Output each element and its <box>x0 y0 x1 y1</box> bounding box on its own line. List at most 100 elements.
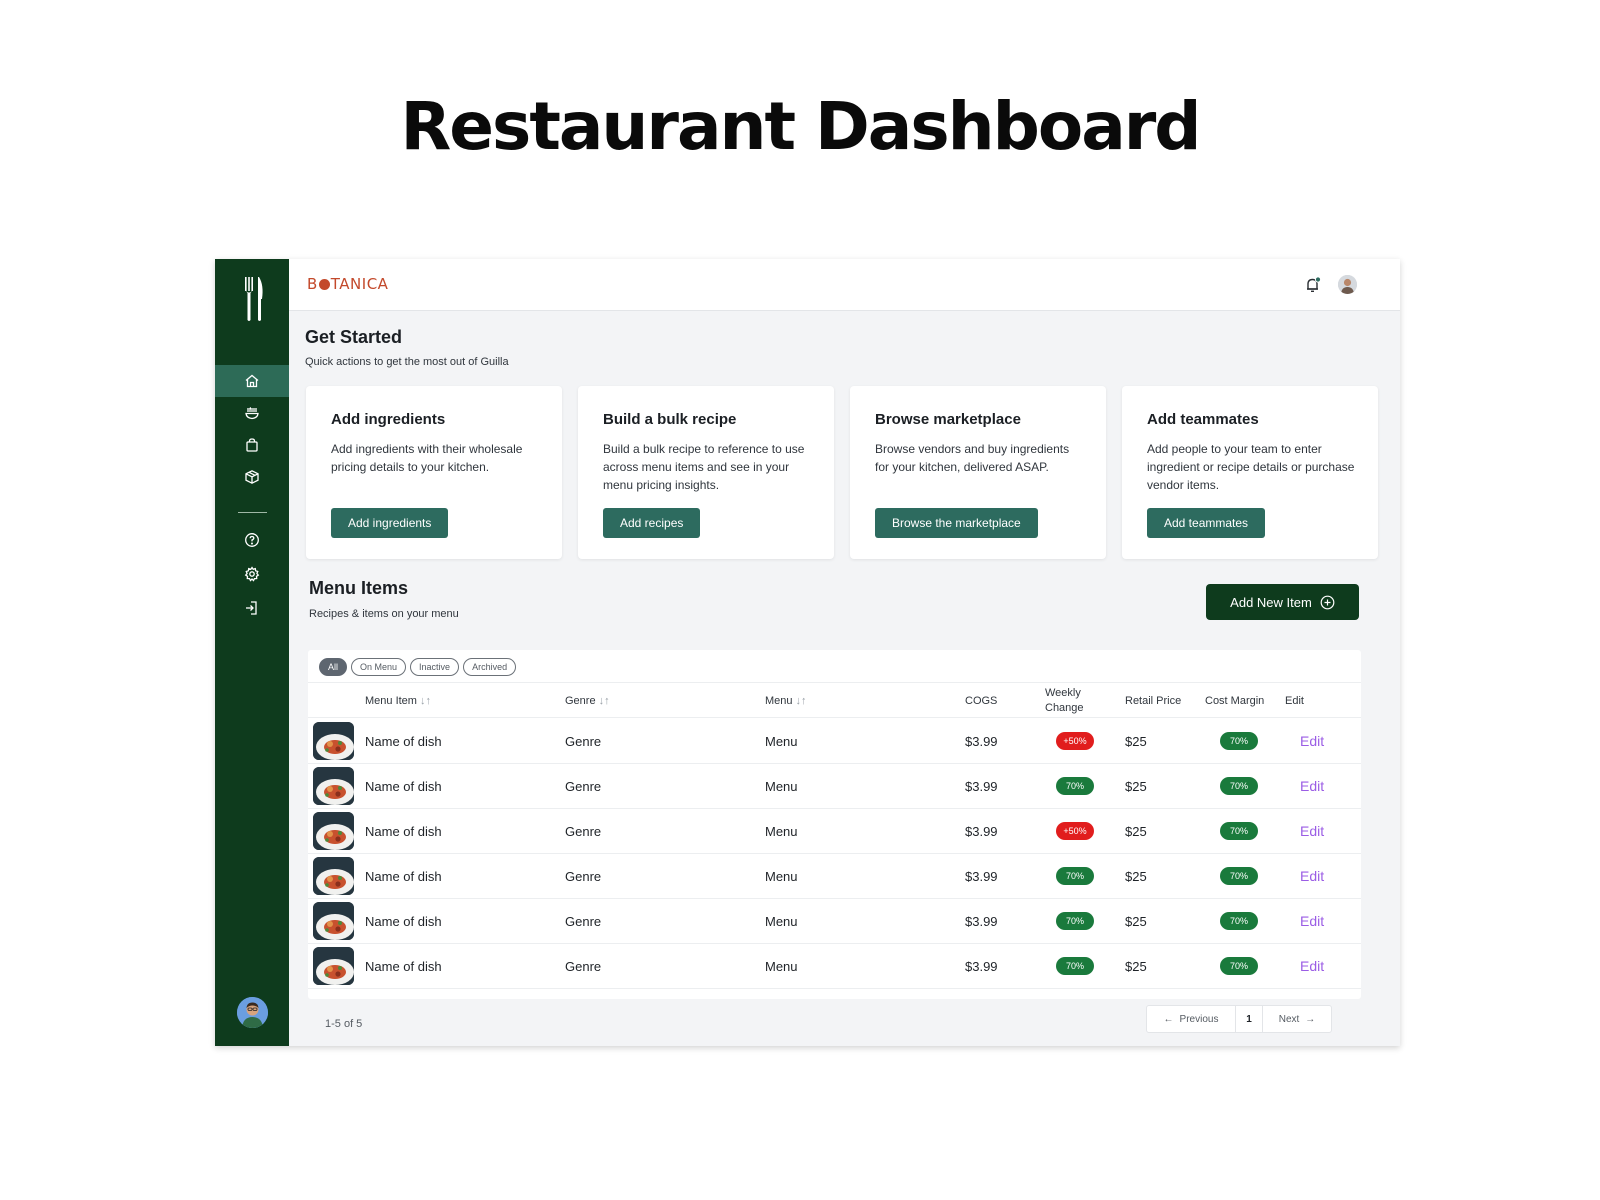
user-avatar-image <box>237 997 268 1028</box>
column-menu[interactable]: Menu ↓↑ <box>765 683 807 719</box>
dish-menu: Menu <box>765 778 798 794</box>
dish-genre: Genre <box>565 868 602 884</box>
card-description: Add people to your team to enter ingredi… <box>1147 442 1355 492</box>
edit-link[interactable]: Edit <box>1300 823 1324 839</box>
help-icon <box>245 533 259 547</box>
dish-genre: Genre <box>565 778 602 794</box>
dish-genre: Genre <box>565 733 602 749</box>
column-retail-price: Retail Price <box>1125 694 1182 707</box>
dish-thumbnail <box>313 902 354 940</box>
column-menu-item[interactable]: Menu Item ↓↑ <box>365 683 431 719</box>
dish-name: Name of dish <box>365 913 442 929</box>
dish-thumbnail <box>313 857 354 895</box>
filter-on-menu[interactable]: On Menu <box>351 658 407 676</box>
dish-image <box>313 812 354 850</box>
next-page-button[interactable]: Next → <box>1263 1006 1331 1032</box>
sidebar-item-settings[interactable] <box>215 558 289 590</box>
table-row: Name of dish Genre Menu $3.99 +50% $25 70% Edit <box>308 718 1361 764</box>
filter-all[interactable]: All <box>319 658 348 676</box>
sidebar-item-marketplace[interactable] <box>215 429 289 461</box>
browse-marketplace-button[interactable]: Browse the marketplace <box>875 508 1038 538</box>
dish-image <box>313 767 354 805</box>
edit-link[interactable]: Edit <box>1300 733 1324 749</box>
home-icon <box>245 374 259 388</box>
cost-margin-badge: 70% <box>1220 867 1258 885</box>
dish-cogs: $3.99 <box>965 913 998 929</box>
box-icon <box>245 470 259 484</box>
brand-logo-suffix: TANICA <box>330 275 389 293</box>
sort-icon: ↓↑ <box>598 694 610 707</box>
card-description: Browse vendors and buy ingredients for y… <box>875 442 1070 474</box>
brand-logo[interactable]: B TANICA <box>307 275 388 293</box>
dish-retail-price: $25 <box>1125 823 1147 839</box>
edit-link[interactable]: Edit <box>1300 913 1324 929</box>
filter-inactive[interactable]: Inactive <box>410 658 460 676</box>
sort-icon: ↓↑ <box>419 694 431 707</box>
sidebar-divider <box>238 512 267 513</box>
page-number-button[interactable]: 1 <box>1236 1006 1263 1032</box>
dish-name: Name of dish <box>365 733 442 749</box>
sidebar-item-help[interactable] <box>215 524 289 556</box>
sidebar-item-inventory[interactable] <box>215 461 289 493</box>
dish-retail-price: $25 <box>1125 778 1147 794</box>
add-new-item-label: Add New Item <box>1230 594 1312 610</box>
weekly-change-badge: +50% <box>1056 822 1094 840</box>
card-add-ingredients: Add ingredients Add ingredients with the… <box>306 386 562 559</box>
dish-genre: Genre <box>565 958 602 974</box>
previous-page-button[interactable]: ← Previous <box>1147 1006 1236 1032</box>
header-avatar-image <box>1338 275 1357 294</box>
table-row: Name of dish Genre Menu $3.99 +50% $25 70% Edit <box>308 808 1361 854</box>
dish-thumbnail <box>313 947 354 985</box>
dish-genre: Genre <box>565 823 602 839</box>
edit-link[interactable]: Edit <box>1300 778 1324 794</box>
user-avatar[interactable] <box>237 997 268 1028</box>
add-ingredients-button[interactable]: Add ingredients <box>331 508 449 538</box>
dish-name: Name of dish <box>365 823 442 839</box>
dish-image <box>313 722 354 760</box>
card-title: Add ingredients <box>331 411 446 428</box>
bell-icon[interactable] <box>1304 276 1322 294</box>
weekly-change-badge: 70% <box>1056 912 1094 930</box>
card-description: Add ingredients with their wholesale pri… <box>331 442 523 474</box>
weekly-change-badge: 70% <box>1056 957 1094 975</box>
add-new-item-button[interactable]: Add New Item <box>1206 584 1359 620</box>
dish-retail-price: $25 <box>1125 913 1147 929</box>
column-label: Menu <box>765 694 793 707</box>
menu-items-title: Menu Items <box>309 578 409 598</box>
card-add-teammates: Add teammates Add people to your team to… <box>1122 386 1378 559</box>
table-header: Menu Item ↓↑ Genre ↓↑ Menu ↓↑ COGS Weekly C… <box>308 682 1361 718</box>
sidebar-item-logout[interactable] <box>215 592 289 624</box>
add-recipes-button[interactable]: Add recipes <box>603 508 701 538</box>
edit-link[interactable]: Edit <box>1300 958 1324 974</box>
edit-link[interactable]: Edit <box>1300 868 1324 884</box>
column-cogs: COGS <box>965 694 998 707</box>
logout-icon <box>246 601 257 615</box>
header-avatar[interactable] <box>1338 275 1357 294</box>
add-teammates-button[interactable]: Add teammates <box>1147 508 1266 538</box>
dish-cogs: $3.99 <box>965 778 998 794</box>
dish-image <box>313 902 354 940</box>
get-started-subtitle: Quick actions to get the most out of Gui… <box>305 356 509 368</box>
shopping-bag-icon <box>246 438 258 452</box>
column-edit: Edit <box>1285 694 1304 707</box>
dish-name: Name of dish <box>365 778 442 794</box>
menu-items-subtitle: Recipes & items on your menu <box>309 608 459 620</box>
dish-menu: Menu <box>765 913 798 929</box>
dish-menu: Menu <box>765 733 798 749</box>
dish-retail-price: $25 <box>1125 958 1147 974</box>
dish-cogs: $3.99 <box>965 733 998 749</box>
dish-thumbnail <box>313 722 354 760</box>
weekly-change-badge: 70% <box>1056 867 1094 885</box>
table-row: Name of dish Genre Menu $3.99 70% $25 70% Edit <box>308 943 1361 989</box>
weekly-change-badge: 70% <box>1056 777 1094 795</box>
sidebar-item-recipes[interactable] <box>215 397 289 429</box>
card-title: Browse marketplace <box>875 411 1021 428</box>
previous-label: Previous <box>1179 1013 1219 1025</box>
sort-icon: ↓↑ <box>795 694 807 707</box>
column-label: Genre <box>565 694 596 707</box>
sidebar-item-home[interactable] <box>215 365 289 397</box>
column-genre[interactable]: Genre ↓↑ <box>565 683 610 719</box>
dish-image <box>313 857 354 895</box>
next-label: Next <box>1278 1013 1300 1025</box>
filter-archived[interactable]: Archived <box>463 658 517 676</box>
